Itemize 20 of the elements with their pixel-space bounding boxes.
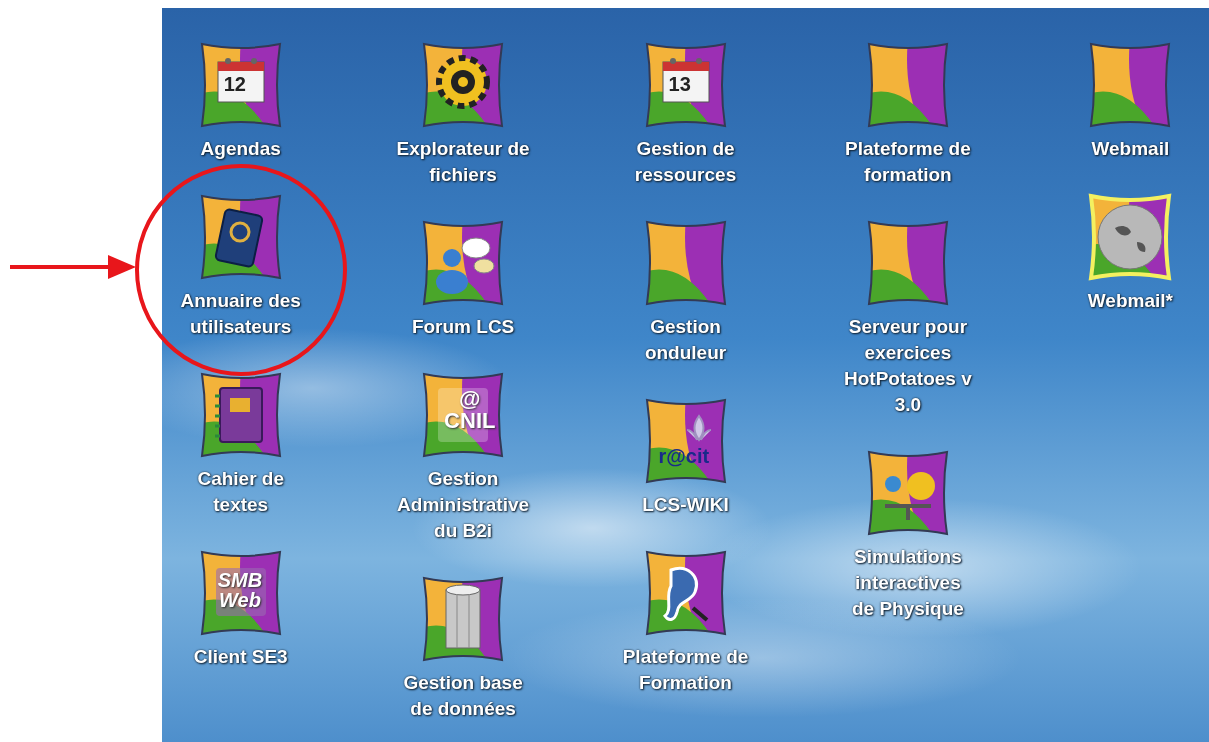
icon-label[interactable]: Agendas	[200, 136, 281, 162]
icon-label[interactable]: Gestion Administrative du B2i	[397, 466, 530, 544]
icon-label[interactable]: LCS-WIKI	[642, 492, 729, 518]
icon-logo-text: 12	[223, 74, 246, 94]
icon-label[interactable]: Gestion onduleur	[644, 314, 727, 366]
icon-label[interactable]: Plateforme de formation	[845, 136, 971, 188]
icon-label[interactable]: Forum LCS	[411, 314, 515, 340]
icon-label[interactable]: Cahier de textes	[197, 466, 284, 518]
icon-label[interactable]: Webmail*	[1087, 288, 1173, 314]
icon-label[interactable]: Annuaire des utilisateurs	[180, 288, 301, 340]
icon-label[interactable]: Explorateur de fichiers	[396, 136, 530, 188]
icon-label[interactable]: Gestion base de données	[403, 670, 523, 722]
icon-label[interactable]: Gestion de ressources	[634, 136, 737, 188]
icon-logo-text: SMB Web	[217, 570, 263, 610]
icon-label[interactable]: Webmail	[1091, 136, 1170, 162]
icon-label[interactable]: Simulations interactives de Physique	[851, 544, 964, 622]
icon-logo-text: 13	[668, 74, 691, 94]
icon-label[interactable]: Client SE3	[193, 644, 288, 670]
icon-label[interactable]: Plateforme de Formation	[622, 644, 749, 696]
icon-label[interactable]: Serveur pour exercices HotPotatoes v 3.0	[844, 314, 972, 418]
